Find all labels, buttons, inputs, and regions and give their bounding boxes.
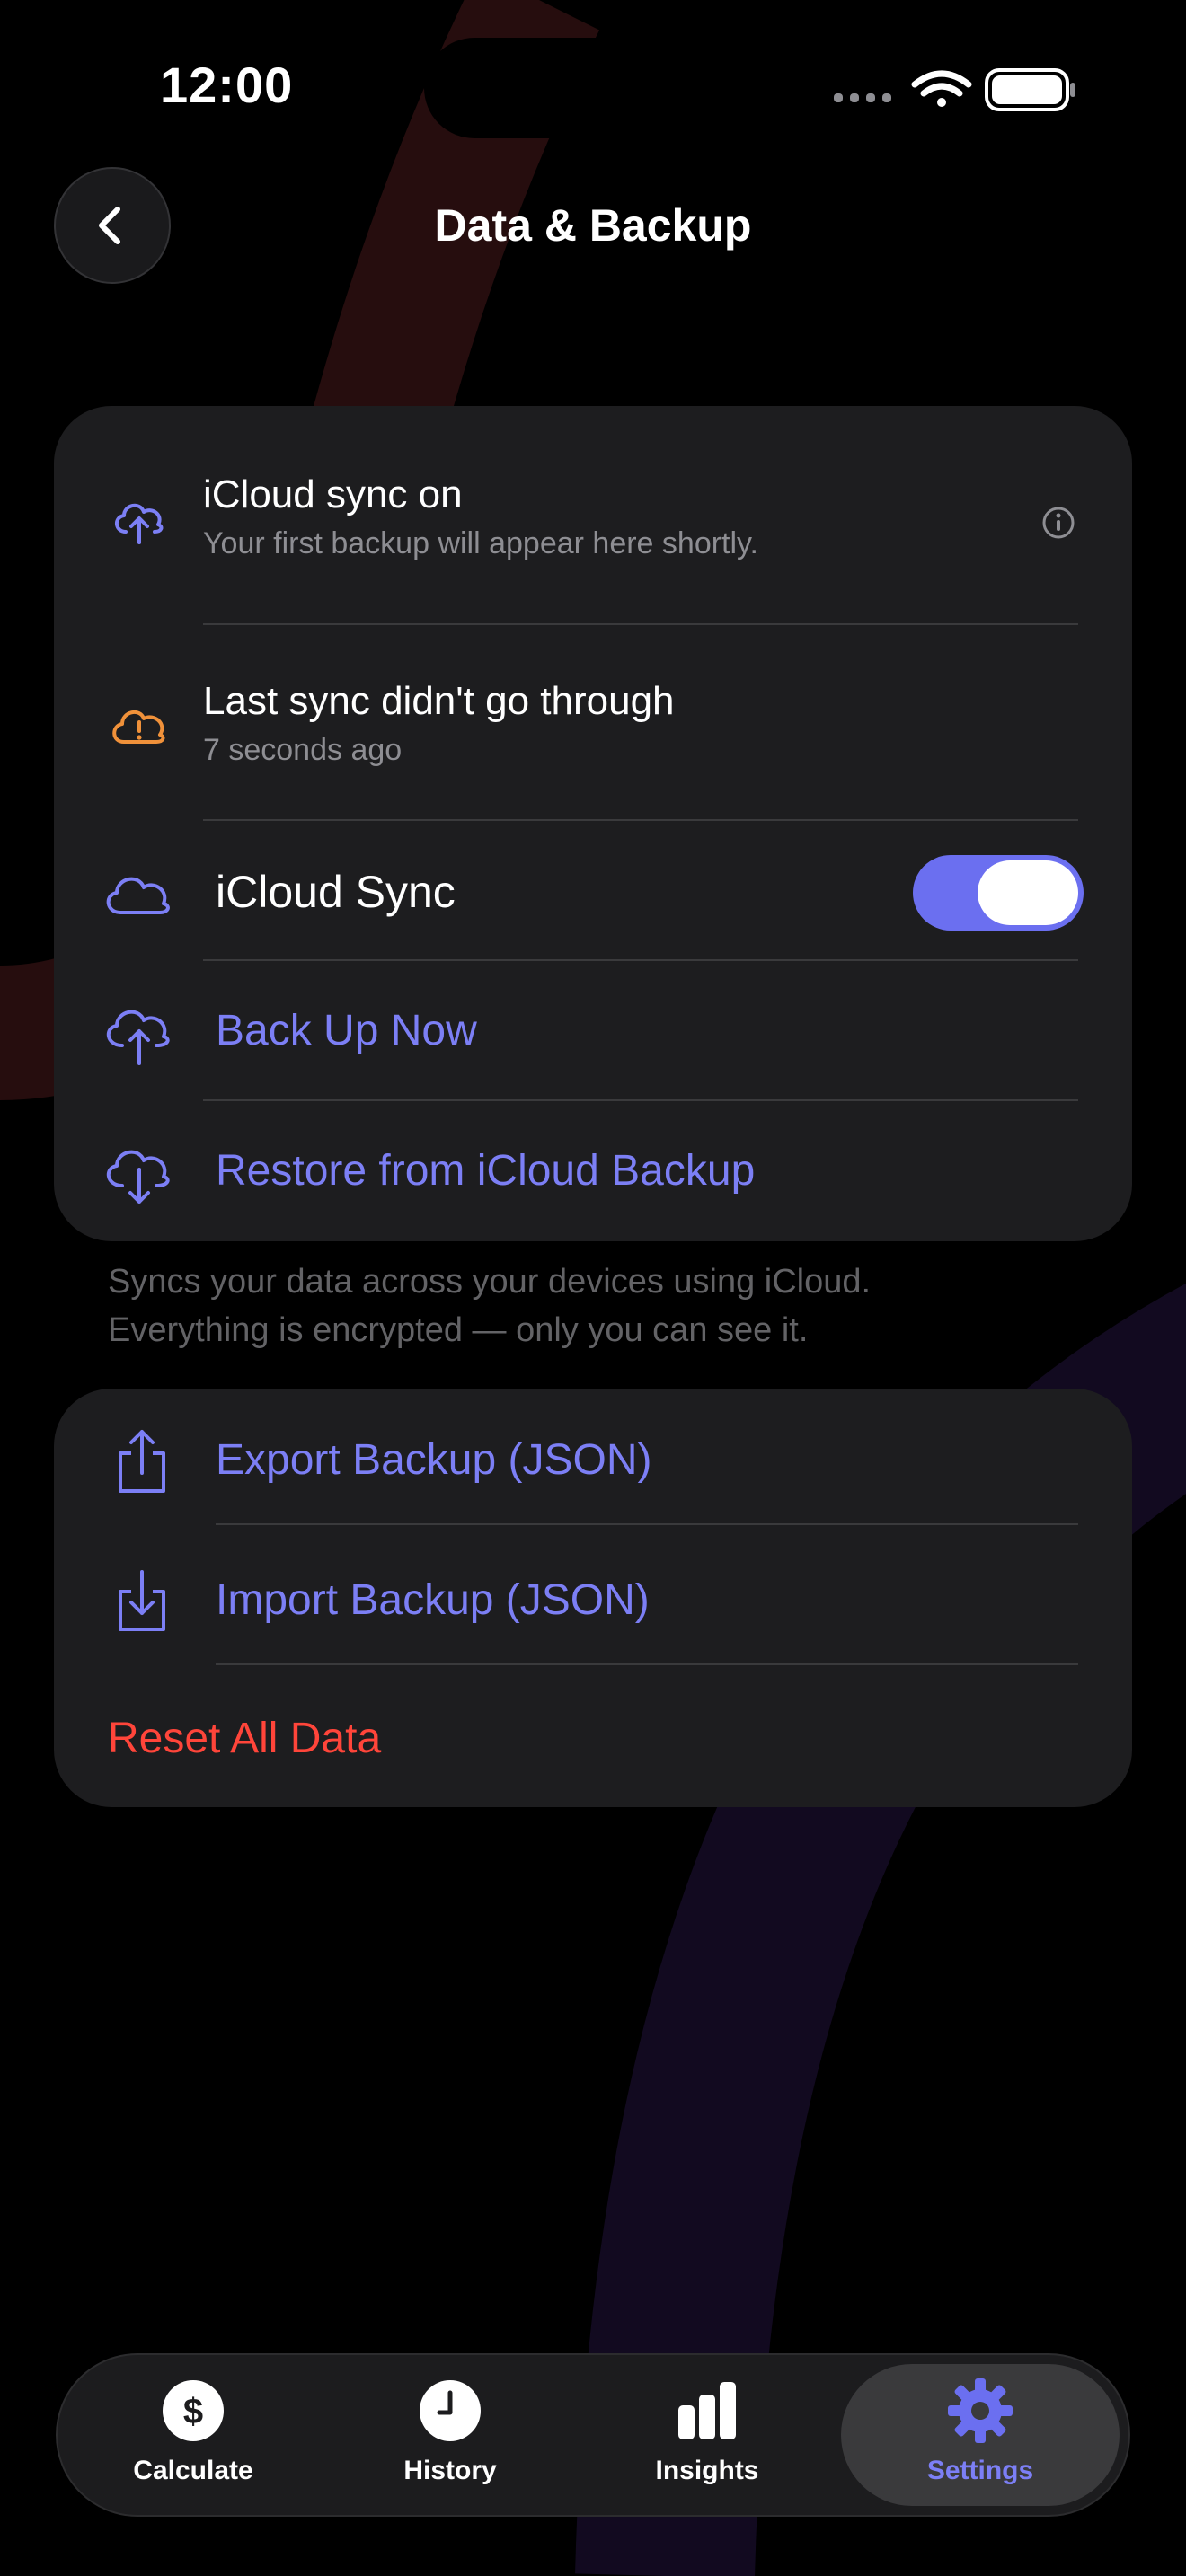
tab-label: Calculate: [133, 2456, 253, 2485]
import-icon: [119, 1570, 165, 1631]
divider: [216, 1523, 1078, 1525]
tab-bar: $ Calculate History Insights Settings: [56, 2353, 1130, 2517]
divider: [203, 623, 1078, 625]
cloud-warning-icon: [112, 710, 165, 744]
signal-icon: [834, 93, 891, 102]
tab-insights[interactable]: Insights: [579, 2355, 836, 2515]
tab-settings[interactable]: Settings: [852, 2355, 1109, 2515]
divider: [216, 1663, 1078, 1665]
divider: [203, 819, 1078, 821]
page-title: Data & Backup: [434, 200, 752, 251]
reset-all-data-button[interactable]: Reset All Data: [108, 1714, 381, 1763]
footer-note-line-1: Syncs your data across your devices usin…: [108, 1263, 872, 1301]
share-icon: [119, 1430, 165, 1493]
status-bar-time: 12:00: [160, 57, 294, 113]
gear-icon: [948, 2378, 1013, 2443]
divider: [203, 1099, 1078, 1101]
sync-error-timestamp: 7 seconds ago: [203, 733, 403, 767]
cloud-download-icon: [107, 1150, 170, 1204]
icloud-sync-card: iCloud sync on Your first backup will ap…: [54, 406, 1132, 1241]
sync-error-title: Last sync didn't go through: [203, 679, 675, 723]
battery-icon: [985, 68, 1075, 111]
wifi-icon: [911, 70, 972, 107]
icloud-sync-toggle[interactable]: [913, 855, 1084, 931]
sync-status-title: iCloud sync on: [203, 472, 463, 516]
restore-from-icloud-button[interactable]: Restore from iCloud Backup: [216, 1146, 755, 1195]
tab-history[interactable]: History: [322, 2355, 579, 2515]
svg-text:$: $: [183, 2392, 203, 2431]
export-backup-button[interactable]: Export Backup (JSON): [216, 1435, 651, 1485]
data-management-card: Export Backup (JSON) Import Backup (JSON…: [54, 1389, 1132, 1807]
cloud-icon: [106, 877, 170, 914]
status-icons: [834, 68, 1075, 111]
toggle-knob: [978, 860, 1078, 925]
bar-chart-icon: [678, 2382, 736, 2439]
tab-label: History: [403, 2456, 497, 2485]
icloud-sync-label: iCloud Sync: [216, 867, 456, 917]
icloud-footer-note: Syncs your data across your devices usin…: [108, 1257, 1096, 1354]
tab-calculate[interactable]: $ Calculate: [65, 2355, 322, 2515]
back-up-now-button[interactable]: Back Up Now: [216, 1006, 477, 1055]
sync-status-subtitle: Your first backup will appear here short…: [203, 526, 758, 560]
footer-note-line-2: Everything is encrypted — only you can s…: [108, 1311, 809, 1349]
clock-icon: [420, 2380, 481, 2441]
cloud-upload-icon: [115, 503, 164, 544]
dollar-circle-icon: $: [163, 2380, 224, 2441]
divider: [203, 959, 1078, 961]
cloud-upload-icon: [107, 1010, 170, 1065]
import-backup-button[interactable]: Import Backup (JSON): [216, 1575, 650, 1625]
tab-label: Settings: [926, 2456, 1034, 2485]
dynamic-island: [424, 38, 776, 138]
tab-label: Insights: [655, 2456, 759, 2485]
info-icon[interactable]: [1039, 503, 1078, 543]
